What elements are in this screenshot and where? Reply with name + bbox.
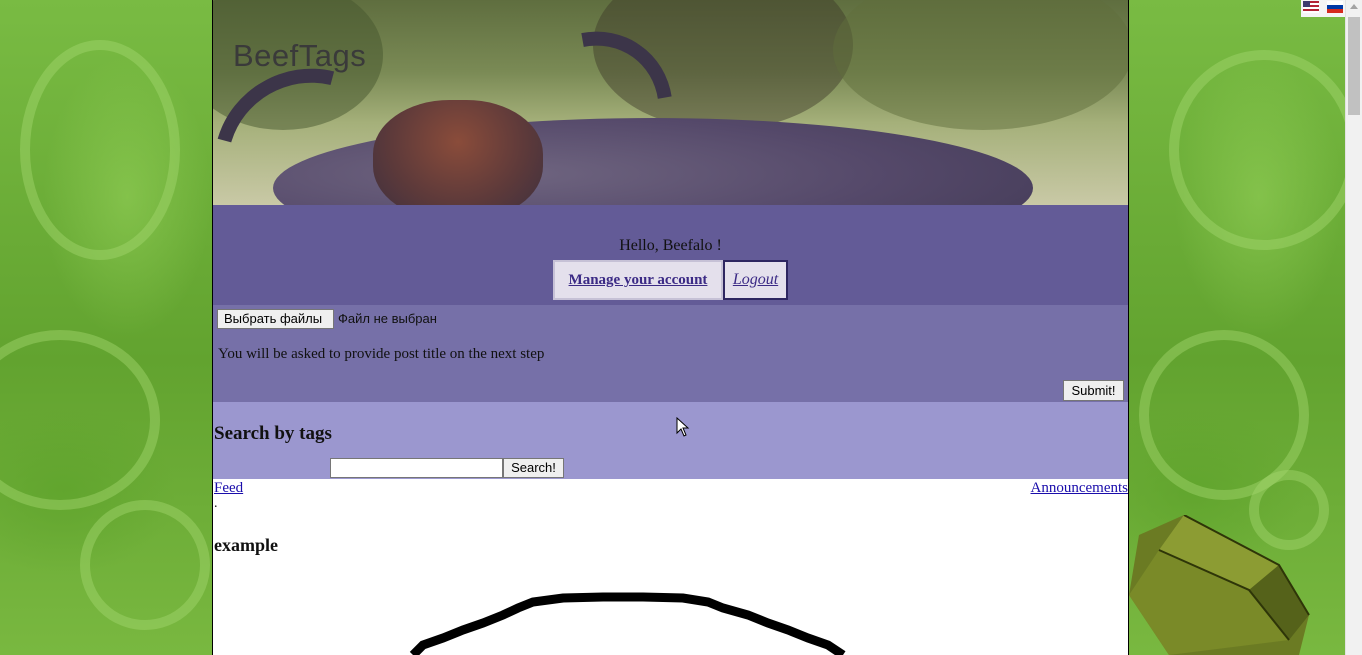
scroll-up-arrow-icon[interactable] xyxy=(1350,4,1358,9)
page-scrollbar[interactable] xyxy=(1345,0,1362,655)
post-image[interactable] xyxy=(403,590,873,655)
file-status-text: Файл не выбран xyxy=(338,311,437,326)
announcements-link[interactable]: Announcements xyxy=(1031,480,1128,497)
logout-button[interactable]: Logout xyxy=(723,260,788,300)
site-title[interactable]: BeefTags xyxy=(233,38,366,74)
main-content: BeefTags Hello, Beefalo ! Manage your ac… xyxy=(212,0,1129,655)
post-title[interactable]: example xyxy=(214,535,278,556)
search-section: Search by tags Search! xyxy=(213,402,1128,479)
search-tags-input[interactable] xyxy=(330,458,503,478)
flag-ru-icon[interactable] xyxy=(1327,1,1343,13)
decorative-box-image xyxy=(1129,515,1310,655)
search-heading: Search by tags xyxy=(214,423,332,444)
upload-hint-text: You will be asked to provide post title … xyxy=(218,346,545,362)
greeting-text: Hello, Beefalo ! xyxy=(619,237,722,254)
choose-files-button[interactable]: Выбрать файлы xyxy=(217,309,334,329)
mouse-cursor-icon xyxy=(676,417,690,437)
wildebeest-head-image xyxy=(373,100,543,205)
manage-account-button[interactable]: Manage your account xyxy=(553,260,723,300)
account-bar: Hello, Beefalo ! Manage your account Log… xyxy=(213,205,1128,305)
separator-dot: . xyxy=(214,496,218,511)
upload-section: Выбрать файлы Файл не выбран You will be… xyxy=(213,305,1128,402)
header-banner: BeefTags xyxy=(213,0,1128,205)
background-left-decor xyxy=(0,0,212,655)
scroll-thumb[interactable] xyxy=(1348,17,1360,115)
feed-link[interactable]: Feed xyxy=(214,480,243,497)
search-button[interactable]: Search! xyxy=(503,458,564,478)
flag-us-icon[interactable] xyxy=(1303,1,1319,13)
language-switcher xyxy=(1301,0,1345,17)
submit-button[interactable]: Submit! xyxy=(1063,380,1124,401)
